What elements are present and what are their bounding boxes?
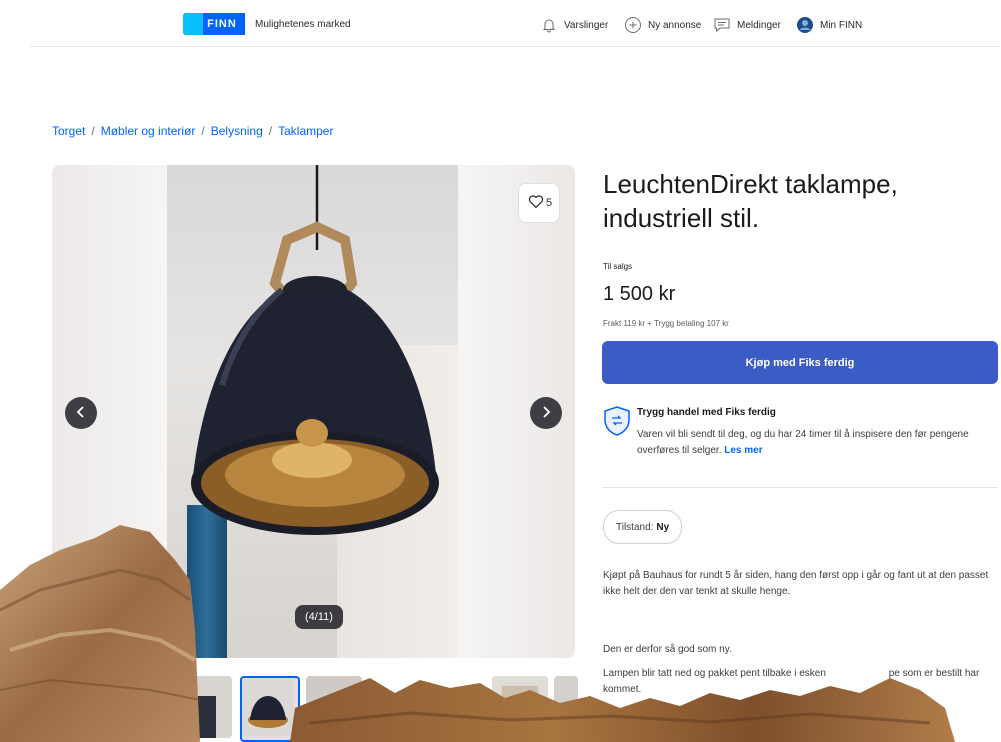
heart-icon — [528, 194, 544, 212]
header-divider — [30, 46, 1000, 47]
thumbnail-strip — [188, 676, 578, 742]
breadcrumb-taklamper[interactable]: Taklamper — [278, 124, 333, 138]
nav-meldinger-label: Meldinger — [737, 19, 781, 31]
breadcrumb-belysning[interactable]: Belysning — [211, 124, 263, 138]
listing-photo[interactable] — [167, 165, 458, 658]
chevron-left-icon — [76, 405, 86, 422]
pendant-lamp-image — [191, 165, 439, 535]
shield-icon — [603, 405, 631, 437]
nav-min-finn-label: Min FINN — [820, 19, 863, 31]
description-paragraph: Lampen blir tatt ned og pakket pent tilb… — [603, 668, 980, 695]
trygg-handel-body: Varen vil bli sendt til deg, og du har 2… — [637, 429, 969, 456]
nav-varslinger[interactable]: Varslinger — [540, 16, 608, 34]
tagline: Mulighetenes marked — [255, 18, 351, 30]
section-divider — [602, 487, 998, 488]
previous-image-button[interactable] — [65, 397, 97, 429]
thumbnail[interactable] — [554, 676, 578, 738]
thumbnail[interactable] — [492, 676, 548, 738]
description-paragraph: Pæren følger ed — [603, 710, 706, 721]
condition-badge: Tilstand: Ny — [603, 510, 683, 544]
sale-label: Til salgs — [603, 262, 633, 271]
breadcrumb-separator: / — [268, 124, 273, 138]
next-image-button[interactable] — [530, 397, 562, 429]
favorite-count: 5 — [545, 197, 553, 209]
image-counter: (4/11) — [295, 605, 343, 629]
trygg-handel-info: Trygg handel med Fiks ferdig Varen vil b… — [603, 405, 993, 473]
breadcrumb: Torget / Møbler og interiør / Belysning / Takl… — [52, 124, 333, 138]
image-gallery[interactable]: 5 (4/11) — [52, 165, 575, 658]
thumbnail-selected[interactable] — [240, 676, 300, 742]
description-paragraph: Den er derfor så god som ny. — [603, 644, 732, 655]
breadcrumb-separator: / — [201, 124, 205, 138]
nav-ny-annonse-label: Ny annonse — [648, 19, 702, 31]
chevron-right-icon — [541, 405, 551, 422]
nav-min-finn[interactable]: Min FINN — [796, 16, 862, 34]
breadcrumb-mobler[interactable]: Møbler og interiør — [101, 124, 196, 138]
plus-circle-icon — [624, 16, 642, 34]
nav-ny-annonse[interactable]: Ny annonse — [624, 16, 701, 34]
condition-value: Ny — [656, 521, 670, 533]
breadcrumb-torget[interactable]: Torget — [52, 124, 85, 138]
buy-fiks-ferdig-button[interactable]: Kjøp med Fiks ferdig — [602, 341, 998, 384]
price: 1 500 kr — [603, 283, 676, 305]
top-navigation-bar: FINN Mulighetenes marked Varslinger Ny a… — [0, 0, 1001, 48]
les-mer-link[interactable]: Les mer — [724, 445, 762, 456]
nav-meldinger[interactable]: Meldinger — [713, 16, 781, 34]
condition-label: Tilstand: — [616, 521, 654, 533]
favorite-button[interactable]: 5 — [518, 183, 560, 223]
chat-icon — [713, 16, 731, 34]
bell-icon — [540, 16, 558, 34]
trygg-handel-title: Trygg handel med Fiks ferdig — [637, 407, 776, 418]
thumbnail[interactable] — [306, 676, 362, 738]
finn-logo[interactable]: FINN Mulighetenes marked — [183, 13, 351, 35]
shipping-info: Frakt 119 kr + Trygg betaling 107 kr — [603, 319, 729, 328]
breadcrumb-separator: / — [91, 124, 95, 138]
avatar — [796, 16, 814, 34]
listing-title: LeuchtenDirekt taklampe, industriell sti… — [603, 169, 898, 233]
description-paragraph: Kjøpt på Bauhaus for rundt 5 år siden, h… — [603, 570, 989, 597]
nav-varslinger-label: Varslinger — [564, 19, 609, 31]
finn-logo-mark: FINN — [183, 13, 245, 35]
thumbnail[interactable] — [188, 676, 232, 738]
